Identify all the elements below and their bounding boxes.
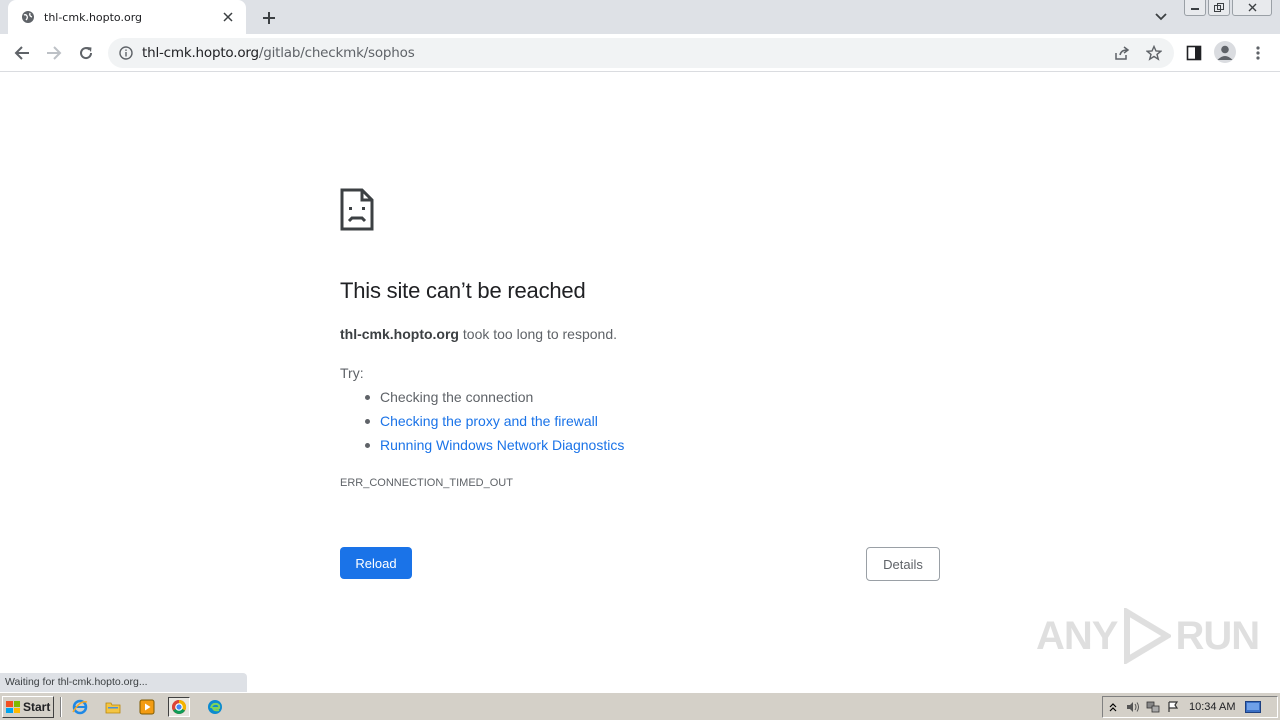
start-label: Start [23,700,51,714]
error-host: thl-cmk.hopto.org [340,326,459,342]
tab-search-button[interactable] [1152,8,1170,26]
suggestion-check-connection: Checking the connection [364,388,624,412]
browser-tab[interactable]: thl-cmk.hopto.org [8,0,246,34]
window-controls [1184,0,1272,16]
forward-button[interactable] [42,41,66,65]
reload-nav-button[interactable] [74,41,98,65]
start-button[interactable]: Start [2,696,54,718]
forward-icon [47,46,62,60]
suggestion-proxy-firewall-link[interactable]: Checking the proxy and the firewall [364,412,624,436]
browser-toolbar: thl-cmk.hopto.org/gitlab/checkmk/sophos [0,34,1280,72]
close-icon[interactable] [220,9,236,25]
profile-button[interactable] [1214,41,1236,63]
minimize-button[interactable] [1184,0,1206,16]
error-code: ERR_CONNECTION_TIMED_OUT [340,477,513,489]
info-icon[interactable] [118,45,134,61]
system-tray: 10:34 AM [1102,696,1278,718]
back-button[interactable] [10,41,34,65]
file-explorer-icon[interactable] [102,697,124,717]
taskbar: Start 10:34 AM [0,692,1280,720]
taskbar-separator [60,697,62,717]
url-text: thl-cmk.hopto.org/gitlab/checkmk/sophos [142,45,415,61]
back-icon [14,46,29,60]
suggestion-network-diagnostics-link[interactable]: Running Windows Network Diagnostics [364,436,624,460]
error-page: This site can’t be reached thl-cmk.hopto… [0,72,1280,692]
action-center-flag-icon[interactable] [1163,698,1183,716]
chevron-down-icon [1155,13,1167,21]
media-player-icon[interactable] [136,697,158,717]
close-window-button[interactable] [1232,0,1272,16]
play-logo-icon [1124,608,1172,664]
error-message: took too long to respond. [459,326,617,342]
address-bar[interactable]: thl-cmk.hopto.org/gitlab/checkmk/sophos [108,38,1174,68]
watermark: ANY RUN [1036,608,1260,664]
chrome-taskbar-icon[interactable] [168,697,190,717]
restore-button[interactable] [1208,0,1230,16]
profile-icon [1217,45,1233,60]
show-desktop-icon[interactable] [1243,698,1263,716]
globe-icon [20,9,36,25]
url-host: thl-cmk.hopto.org [142,45,259,61]
error-title: This site can’t be reached [340,278,586,303]
menu-icon [1256,46,1260,60]
volume-icon[interactable] [1123,698,1143,716]
watermark-text-left: ANY [1036,613,1118,658]
url-path: /gitlab/checkmk/sophos [258,45,415,61]
reload-icon [80,47,93,60]
bookmark-button[interactable] [1142,41,1166,65]
watermark-text-right: RUN [1175,613,1260,658]
tab-title: thl-cmk.hopto.org [44,10,143,24]
reload-button[interactable]: Reload [340,547,412,579]
side-panel-icon [1186,45,1202,61]
tray-expand-icon[interactable] [1103,698,1123,716]
edge-icon[interactable] [204,697,226,717]
tab-strip: thl-cmk.hopto.org [0,0,1280,34]
error-description: thl-cmk.hopto.org took too long to respo… [340,326,617,342]
try-label: Try: [340,365,364,381]
taskbar-clock[interactable]: 10:34 AM [1189,701,1235,713]
internet-explorer-icon[interactable] [69,697,91,717]
details-button[interactable]: Details [866,547,940,581]
windows-logo-icon [6,701,20,713]
menu-button[interactable] [1246,41,1270,65]
suggestions-list: Checking the connection Checking the pro… [364,388,624,460]
status-bar: Waiting for thl-cmk.hopto.org... [0,673,247,692]
side-panel-button[interactable] [1182,41,1206,65]
plus-icon [263,12,275,24]
new-tab-button[interactable] [258,7,280,29]
sad-page-icon [340,188,374,231]
share-icon [1115,46,1130,60]
star-icon [1146,45,1162,61]
network-icon[interactable] [1143,698,1163,716]
share-button[interactable] [1110,41,1134,65]
